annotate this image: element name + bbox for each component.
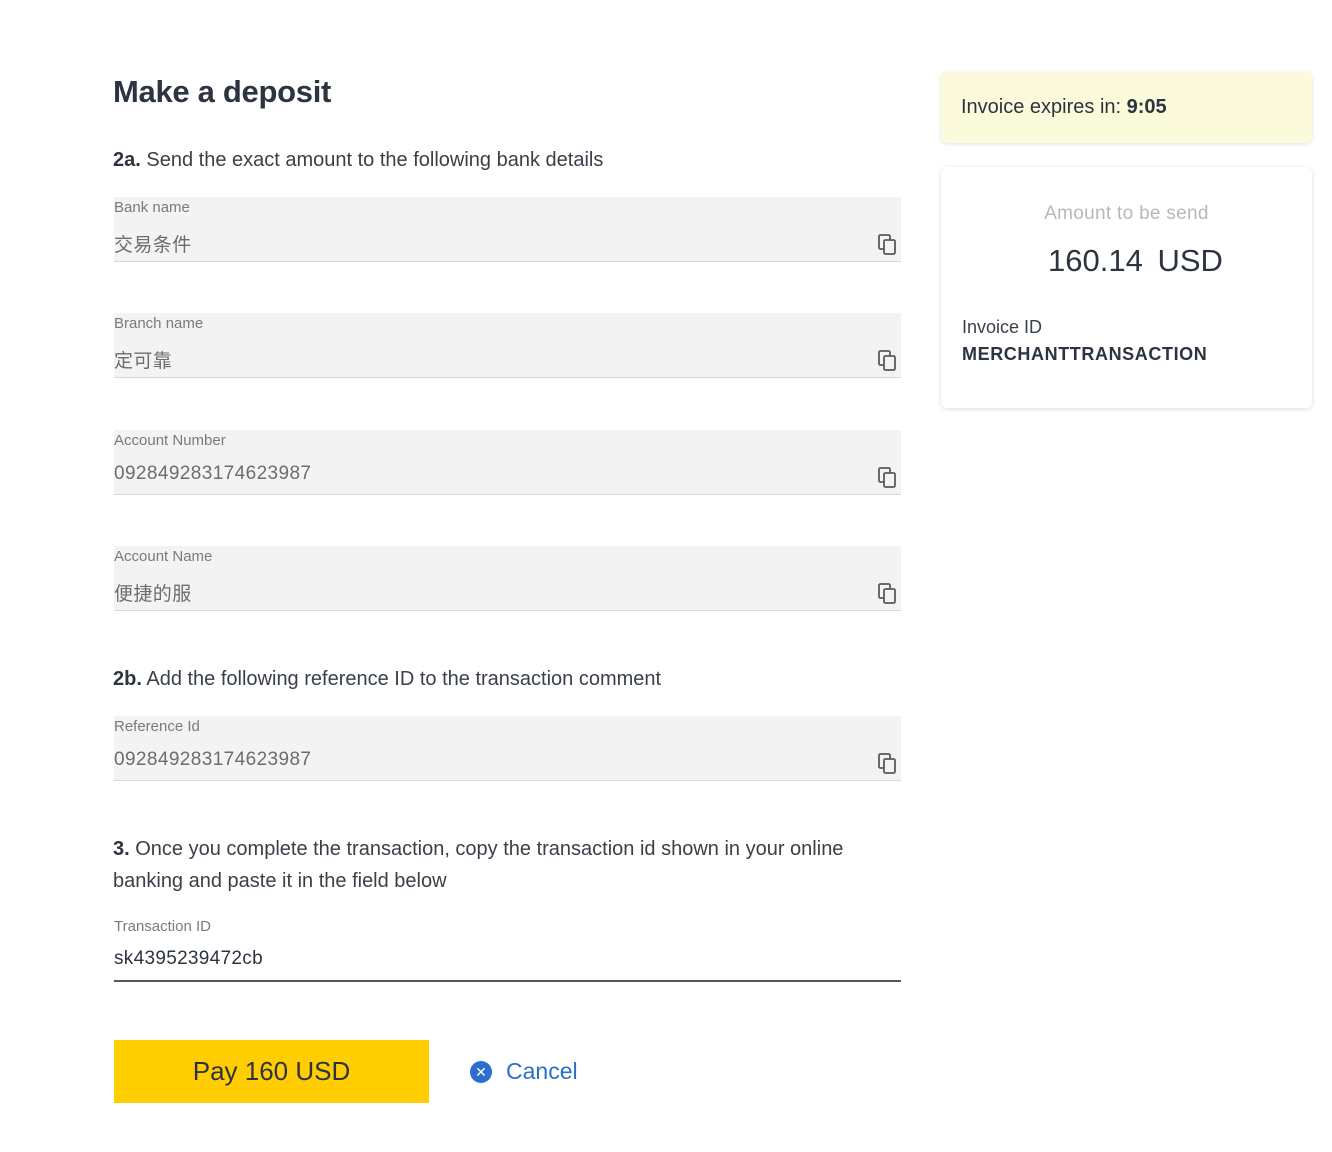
- field-label: Transaction ID: [114, 918, 211, 935]
- field-label: Reference Id: [114, 718, 200, 735]
- copy-icon: [878, 753, 896, 774]
- step-number: 2b.: [113, 668, 142, 690]
- step-number: 2a.: [113, 149, 141, 171]
- account-name-field: Account Name 便捷的服: [114, 546, 901, 611]
- bank-name-field: Bank name 交易条件: [114, 197, 901, 262]
- invoice-id-label: Invoice ID: [962, 317, 1043, 337]
- copy-account-name-button[interactable]: [877, 582, 899, 606]
- field-label: Account Number: [114, 432, 226, 449]
- deposit-page: Make a deposit 2a. Send the exact amount…: [0, 0, 1332, 1152]
- amount-summary-card: Amount to be send 160.14 USD Invoice ID …: [941, 167, 1312, 408]
- branch-name-field: Branch name 定可靠: [114, 313, 901, 378]
- step-3-instruction: 3. Once you complete the transaction, co…: [113, 833, 903, 897]
- copy-icon: [878, 350, 896, 371]
- copy-reference-id-button[interactable]: [877, 752, 899, 776]
- copy-branch-name-button[interactable]: [877, 349, 899, 373]
- step-text: Once you complete the transaction, copy …: [113, 838, 844, 892]
- copy-account-number-button[interactable]: [877, 466, 899, 490]
- transaction-id-field: Transaction ID: [114, 916, 901, 982]
- field-value: 交易条件: [114, 235, 192, 256]
- transaction-id-input[interactable]: [114, 948, 894, 970]
- amount-label: Amount to be send: [1044, 203, 1209, 224]
- step-text: Add the following reference ID to the tr…: [146, 668, 662, 690]
- field-value: 092849283174623987: [114, 463, 312, 484]
- step-2a-instruction: 2a. Send the exact amount to the followi…: [113, 144, 603, 176]
- close-circle-icon: ✕: [470, 1060, 492, 1083]
- copy-bank-name-button[interactable]: [877, 233, 899, 257]
- copy-icon: [878, 467, 896, 488]
- field-value: 092849283174623987: [114, 749, 312, 770]
- step-number: 3.: [113, 838, 130, 860]
- reference-id-field: Reference Id 092849283174623987: [114, 716, 901, 781]
- copy-icon: [878, 234, 896, 255]
- timer-label: Invoice expires in:: [961, 96, 1122, 118]
- field-label: Branch name: [114, 315, 204, 332]
- amount-value: 160.14 USD: [1048, 243, 1223, 278]
- pay-button[interactable]: Pay 160 USD: [114, 1040, 429, 1103]
- field-value: 便捷的服: [114, 584, 192, 605]
- field-label: Account Name: [114, 548, 213, 565]
- field-value: 定可靠: [114, 351, 173, 372]
- step-2b-instruction: 2b. Add the following reference ID to th…: [113, 663, 661, 695]
- cancel-button[interactable]: ✕ Cancel: [470, 1058, 578, 1085]
- page-title: Make a deposit: [113, 74, 332, 109]
- field-label: Bank name: [114, 199, 190, 216]
- invoice-timer: Invoice expires in: 9:05: [941, 72, 1312, 143]
- invoice-id-value: MERCHANTTRANSACTION: [962, 344, 1208, 364]
- account-number-field: Account Number 092849283174623987: [114, 430, 901, 495]
- step-text: Send the exact amount to the following b…: [146, 149, 604, 171]
- timer-value: 9:05: [1126, 96, 1167, 118]
- copy-icon: [878, 583, 896, 604]
- cancel-label: Cancel: [506, 1058, 578, 1084]
